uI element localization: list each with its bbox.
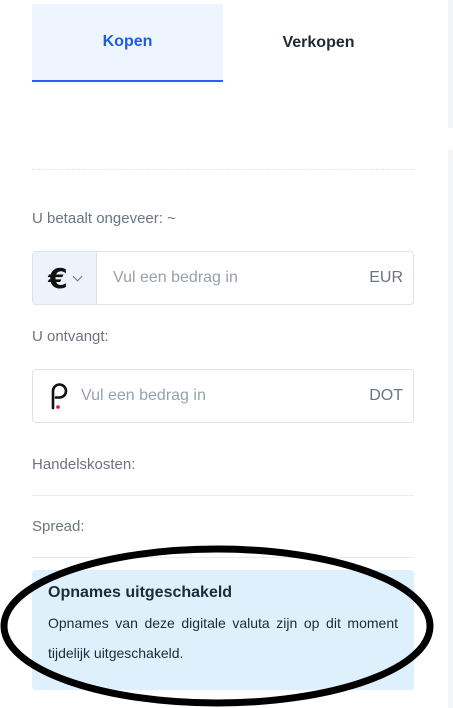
divider bbox=[32, 557, 414, 558]
polkadot-icon bbox=[47, 382, 69, 410]
trade-tabs: Kopen Verkopen bbox=[32, 4, 414, 82]
side-panel-edge bbox=[448, 150, 453, 708]
receive-amount-field: Vul een bedrag in DOT bbox=[32, 369, 414, 423]
pay-amount-field: € Vul een bedrag in EUR bbox=[32, 251, 414, 305]
withdrawal-disabled-notice: Opnames uitgeschakeld Opnames van deze d… bbox=[32, 570, 414, 690]
tab-verkopen[interactable]: Verkopen bbox=[223, 4, 414, 82]
receive-amount-input[interactable]: Vul een bedrag in bbox=[81, 387, 206, 405]
trading-fees-label: Handelskosten: bbox=[32, 456, 136, 473]
receive-label: U ontvangt: bbox=[32, 328, 109, 345]
section-divider bbox=[32, 169, 414, 170]
pay-amount-input[interactable]: Vul een bedrag in bbox=[113, 269, 238, 287]
pay-label: U betaalt ongeveer: ~ bbox=[32, 210, 176, 227]
tab-kopen[interactable]: Kopen bbox=[32, 4, 223, 82]
pay-unit: EUR bbox=[369, 269, 403, 286]
spread-label: Spread: bbox=[32, 518, 85, 535]
receive-unit: DOT bbox=[369, 387, 403, 404]
chevron-down-icon bbox=[72, 271, 83, 281]
euro-icon: € bbox=[48, 261, 68, 295]
notice-title: Opnames uitgeschakeld bbox=[48, 584, 233, 601]
notice-text: Opnames van deze digitale valuta zijn op… bbox=[48, 615, 398, 661]
currency-select[interactable]: € bbox=[33, 252, 97, 304]
scrollbar-track bbox=[448, 0, 453, 128]
divider bbox=[32, 495, 414, 496]
